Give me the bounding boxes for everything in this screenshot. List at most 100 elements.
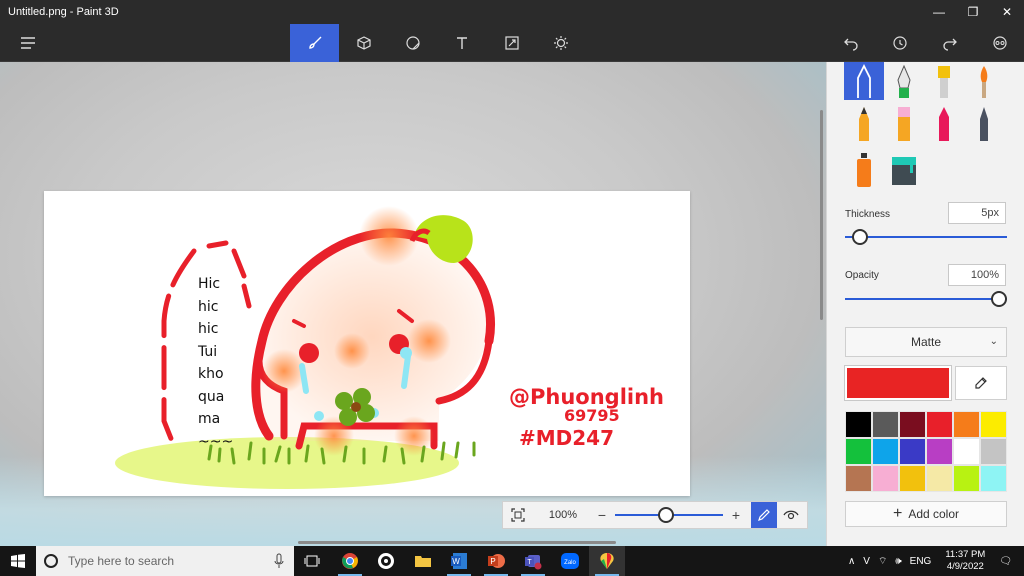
taskbar-zalo[interactable]: Zalo <box>552 546 588 576</box>
language-indicator[interactable]: ENG <box>910 556 932 567</box>
tab-brushes[interactable] <box>290 24 339 62</box>
add-color-label: Add color <box>908 507 960 521</box>
opacity-input[interactable]: 100% <box>948 264 1006 286</box>
speech-line: Hic <box>198 276 221 292</box>
brush-pixel-pen[interactable] <box>964 104 1004 142</box>
brush-calligraphy-pen[interactable] <box>884 62 924 100</box>
zoom-slider[interactable] <box>615 501 723 529</box>
oil-brush-icon <box>938 66 950 98</box>
volume-icon[interactable]: 🕪 <box>895 556 901 567</box>
color-swatch[interactable] <box>980 465 1007 492</box>
taskbar-word[interactable]: W <box>441 546 477 576</box>
pen-mode-button[interactable] <box>751 502 777 528</box>
brush-pencil[interactable] <box>844 104 884 142</box>
tab-text[interactable] <box>437 24 486 62</box>
color-swatch[interactable] <box>926 465 953 492</box>
windows-icon <box>11 554 25 568</box>
speech-line: Tui <box>198 343 218 360</box>
canvas-resize-icon <box>504 36 519 50</box>
taskbar-chrome[interactable] <box>332 546 368 576</box>
menu-button[interactable] <box>3 24 52 62</box>
thickness-slider[interactable] <box>845 228 1007 246</box>
task-view-button[interactable] <box>294 546 330 576</box>
paint-3d-icon <box>600 553 614 569</box>
vpn-icon[interactable]: V <box>863 556 870 567</box>
minimize-button[interactable]: — <box>922 0 956 24</box>
color-swatch[interactable] <box>953 438 980 465</box>
color-swatch[interactable] <box>899 411 926 438</box>
chevron-up-icon[interactable]: ∧ <box>848 556 855 567</box>
drawing-canvas[interactable]: @Phuonglinh 69795 #MD247 Hic hic hic Tui… <box>44 191 690 496</box>
close-button[interactable]: ✕ <box>990 0 1024 24</box>
watercolor-brush-icon <box>980 66 988 98</box>
brush-oil[interactable] <box>924 62 964 100</box>
redo-button[interactable] <box>925 24 974 62</box>
fit-to-screen-button[interactable] <box>503 501 533 529</box>
eyedropper-button[interactable] <box>955 366 1007 400</box>
color-swatch[interactable] <box>872 411 899 438</box>
current-color-swatch[interactable] <box>844 365 952 401</box>
brush-crayon[interactable] <box>924 104 964 142</box>
color-swatch[interactable] <box>845 438 872 465</box>
speech-line: kho <box>198 366 224 382</box>
mixed-reality-button[interactable] <box>975 24 1024 62</box>
brush-spray-can[interactable] <box>844 150 884 188</box>
color-swatch[interactable] <box>926 411 953 438</box>
clock[interactable]: 11:37 PM 4/9/2022 <box>945 549 985 573</box>
tab-stickers[interactable] <box>388 24 437 62</box>
mixed-reality-icon <box>992 36 1007 50</box>
taskbar-paint-3d[interactable] <box>589 546 625 576</box>
notifications-icon[interactable]: 🗨 <box>999 556 1012 567</box>
color-swatch[interactable] <box>980 438 1007 465</box>
chevron-down-icon: ⌄ <box>989 336 998 347</box>
fill-bucket-icon <box>892 157 916 185</box>
start-button[interactable] <box>0 546 36 576</box>
color-swatch[interactable] <box>899 465 926 492</box>
thickness-label: Thickness <box>845 209 891 220</box>
zoom-value: 100% <box>548 509 578 521</box>
maximize-button[interactable]: ❐ <box>956 0 990 24</box>
opacity-slider-thumb[interactable] <box>991 291 1007 307</box>
taskbar-search[interactable]: Type here to search <box>36 546 294 576</box>
vertical-scrollbar[interactable] <box>820 110 823 320</box>
color-swatch[interactable] <box>953 465 980 492</box>
taskbar-powerpoint[interactable]: P <box>478 546 514 576</box>
view-3d-button[interactable] <box>777 502 805 528</box>
zoom-in-button[interactable]: + <box>727 507 745 523</box>
horizontal-scrollbar[interactable] <box>298 541 616 544</box>
color-swatch[interactable] <box>872 465 899 492</box>
color-swatch[interactable] <box>872 438 899 465</box>
opacity-slider[interactable] <box>845 290 1007 308</box>
undo-button[interactable] <box>826 24 875 62</box>
taskbar-file-explorer[interactable] <box>405 546 441 576</box>
color-swatch[interactable] <box>926 438 953 465</box>
tab-effects[interactable] <box>536 24 585 62</box>
color-swatch[interactable] <box>899 438 926 465</box>
color-swatch[interactable] <box>953 411 980 438</box>
taskbar-obs[interactable] <box>368 546 404 576</box>
tab-3d-shapes[interactable] <box>339 24 388 62</box>
svg-text:T: T <box>527 559 532 566</box>
zalo-icon: Zalo <box>561 553 579 569</box>
tab-canvas[interactable] <box>487 24 536 62</box>
thickness-input[interactable]: 5px <box>948 202 1006 224</box>
sun-icon <box>553 36 568 50</box>
color-swatch[interactable] <box>845 465 872 492</box>
add-color-button[interactable]: + Add color <box>845 501 1007 527</box>
brush-eraser[interactable] <box>884 104 924 142</box>
color-swatch[interactable] <box>980 411 1007 438</box>
cortana-icon <box>44 554 58 568</box>
thickness-slider-thumb[interactable] <box>852 229 868 245</box>
finish-dropdown[interactable]: Matte ⌄ <box>845 327 1007 357</box>
speech-line: ma <box>198 411 221 427</box>
brush-marker[interactable] <box>844 62 884 100</box>
brush-fill-bucket[interactable] <box>884 150 924 188</box>
zoom-out-button[interactable]: − <box>593 507 611 523</box>
taskbar-teams[interactable]: T <box>515 546 551 576</box>
microphone-icon[interactable] <box>274 553 284 569</box>
history-button[interactable] <box>875 24 924 62</box>
color-swatch[interactable] <box>845 411 872 438</box>
network-icon[interactable]: ⌔ <box>878 555 887 568</box>
zoom-slider-thumb[interactable] <box>658 507 674 523</box>
brush-watercolor[interactable] <box>964 62 1004 100</box>
